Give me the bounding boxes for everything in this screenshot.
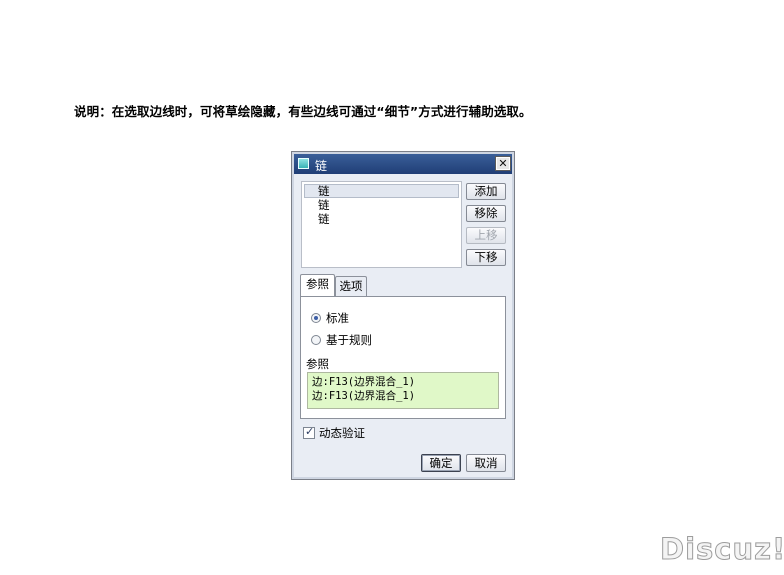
move-up-button[interactable]: 上移 — [466, 227, 506, 244]
reference-collector[interactable]: 边:F13(边界混合_1) 边:F13(边界混合_1) — [307, 372, 499, 409]
ok-button[interactable]: 确定 — [421, 454, 461, 472]
add-button[interactable]: 添加 — [466, 183, 506, 200]
tab-references[interactable]: 参照 — [300, 274, 335, 296]
cancel-button[interactable]: 取消 — [466, 454, 506, 472]
chain-list-item[interactable]: 链 — [304, 184, 459, 198]
chain-dialog: 链 ✕ 链 链 链 添加 移除 上移 下移 参照 选项 标准 基于规则 参照 边… — [291, 151, 515, 480]
checkmark-icon: ✓ — [305, 425, 315, 438]
reference-label: 参照 — [306, 357, 329, 371]
caption-text: 说明：在选取边线时，可将草绘隐藏，有些边线可通过“细节”方式进行辅助选取。 — [74, 104, 532, 119]
dynamic-validation-checkbox[interactable]: ✓ 动态验证 — [303, 425, 365, 441]
radio-rule-based[interactable]: 基于规则 — [311, 332, 372, 348]
chain-list-item[interactable]: 链 — [302, 198, 461, 212]
chain-list-item[interactable]: 链 — [302, 212, 461, 226]
chain-list[interactable]: 链 链 链 — [301, 181, 462, 268]
app-icon — [298, 158, 309, 169]
move-down-button[interactable]: 下移 — [466, 249, 506, 266]
close-icon: ✕ — [498, 157, 508, 170]
tab-options[interactable]: 选项 — [335, 276, 367, 296]
references-panel: 标准 基于规则 参照 边:F13(边界混合_1) 边:F13(边界混合_1) — [300, 296, 506, 419]
reference-item[interactable]: 边:F13(边界混合_1) — [312, 389, 498, 403]
radio-selected-icon — [311, 313, 321, 323]
dialog-titlebar[interactable]: 链 ✕ — [294, 154, 512, 174]
radio-standard[interactable]: 标准 — [311, 310, 349, 326]
dynamic-validation-label: 动态验证 — [319, 426, 365, 440]
watermark-logo: Discuz! — [659, 532, 784, 567]
reference-item[interactable]: 边:F13(边界混合_1) — [312, 375, 498, 389]
radio-unselected-icon — [311, 335, 321, 345]
checkbox-box[interactable]: ✓ — [303, 425, 315, 439]
close-button[interactable]: ✕ — [495, 156, 511, 171]
dialog-title: 链 — [315, 159, 328, 173]
radio-standard-label: 标准 — [326, 311, 349, 325]
remove-button[interactable]: 移除 — [466, 205, 506, 222]
radio-rule-based-label: 基于规则 — [326, 333, 372, 347]
